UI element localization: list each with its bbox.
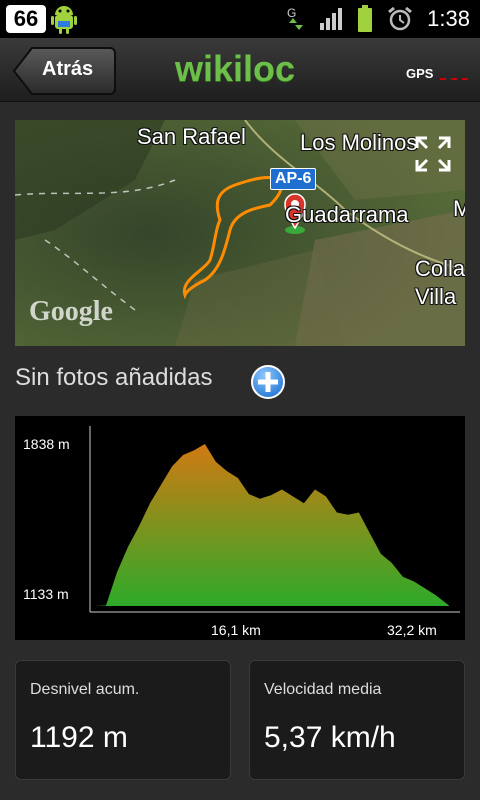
- signal-icon: [320, 8, 343, 30]
- network-icon: G: [287, 6, 304, 30]
- elevation-area: [95, 444, 449, 606]
- alarm-icon: [388, 6, 413, 31]
- elevation-chart: 1838 m 1133 m 16,1 km 32,2 km: [15, 416, 465, 640]
- gps-label: GPS: [406, 66, 434, 81]
- google-logo: Google: [29, 296, 113, 327]
- stat-card-elevation-gain: Desnivel acum. 1192 m: [15, 660, 231, 780]
- clock: 1:38: [427, 6, 470, 31]
- map-label-guadarrama: Guadarrama: [285, 202, 409, 227]
- gps-signal-indicator: [440, 78, 468, 80]
- expand-icon[interactable]: [413, 134, 453, 174]
- battery-icon: [358, 5, 373, 32]
- y-tick-max: 1838 m: [23, 436, 70, 452]
- add-photo-button[interactable]: [250, 364, 286, 400]
- no-photos-label: Sin fotos añadidas: [15, 364, 213, 391]
- elevation-chart-svg: [89, 426, 460, 613]
- status-bar-left: 66: [6, 4, 78, 34]
- map-label-m: M: [453, 196, 465, 221]
- stat-label: Velocidad media: [264, 681, 382, 698]
- stat-value: 1192 m: [30, 721, 128, 754]
- stat-card-avg-speed: Velocidad media 5,37 km/h: [249, 660, 465, 780]
- map-label-villa: Villa: [415, 284, 457, 309]
- map-label-colla: Colla: [415, 256, 465, 281]
- road-badge: AP-6: [270, 168, 317, 190]
- back-button-label: Atrás: [42, 58, 94, 80]
- title-bar: Atrás wikiloc GPS: [0, 38, 480, 102]
- network-letter: G: [287, 6, 296, 20]
- wikiloc-logo: wikiloc: [175, 48, 296, 89]
- map-label-san-rafael: San Rafael: [137, 124, 246, 149]
- stat-label: Desnivel acum.: [30, 681, 140, 698]
- notification-badge: 66: [6, 5, 46, 33]
- status-bar: 66 G 1:38: [0, 0, 480, 38]
- stat-value: 5,37 km/h: [264, 721, 396, 754]
- map-label-los-molinos: Los Molinos: [300, 130, 418, 155]
- x-tick-mid: 16,1 km: [211, 622, 261, 638]
- back-button[interactable]: Atrás: [12, 46, 116, 96]
- x-tick-max: 32,2 km: [387, 622, 437, 638]
- y-tick-min: 1133 m: [23, 586, 69, 602]
- route-map[interactable]: San Rafael Los Molinos Guadarrama Colla …: [15, 120, 465, 346]
- android-icon: [51, 6, 77, 34]
- status-bar-right: G 1:38: [285, 5, 470, 33]
